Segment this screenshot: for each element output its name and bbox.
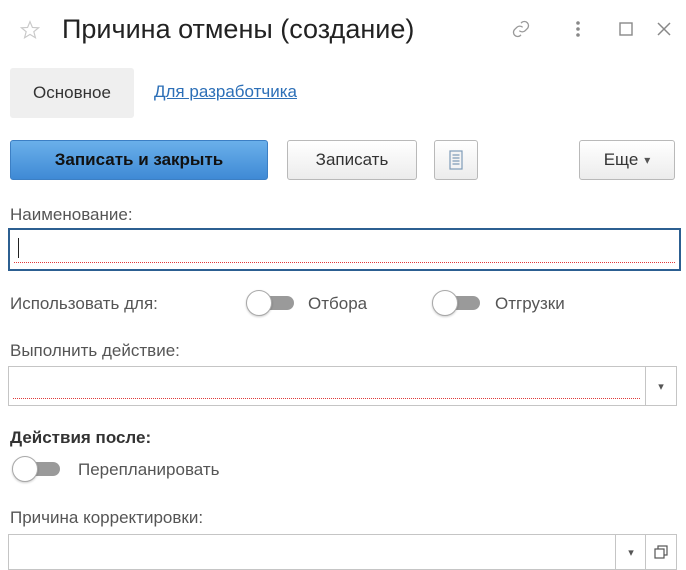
dropdown-button[interactable]: ▾	[645, 367, 676, 405]
chevron-down-icon: ▾	[644, 153, 651, 167]
close-icon[interactable]	[652, 17, 676, 41]
more-button[interactable]: Еще ▾	[579, 140, 675, 180]
toggle-reschedule[interactable]	[12, 456, 62, 482]
toggle-shipment-label: Отгрузки	[495, 294, 565, 313]
tab-main[interactable]: Основное	[10, 68, 134, 118]
text-cursor	[18, 238, 19, 258]
maximize-icon[interactable]	[614, 17, 638, 41]
toggle-shipment[interactable]	[432, 290, 482, 316]
save-button[interactable]: Записать	[287, 140, 417, 180]
name-label: Наименование:	[10, 205, 133, 224]
link-icon[interactable]	[509, 17, 533, 41]
more-label: Еще	[603, 150, 639, 169]
required-underline	[13, 398, 640, 399]
after-actions-heading: Действия после:	[10, 428, 152, 447]
use-for-label: Использовать для:	[10, 294, 158, 313]
star-icon[interactable]	[20, 20, 40, 40]
toggle-selection-label: Отбора	[308, 294, 368, 313]
toggle-knob	[246, 290, 272, 316]
open-form-button[interactable]	[645, 535, 676, 569]
document-icon	[449, 150, 463, 170]
toggle-selection[interactable]	[246, 290, 296, 316]
correction-reason-select[interactable]: ▾	[8, 534, 677, 570]
chevron-down-icon: ▾	[658, 380, 664, 393]
chevron-down-icon: ▾	[628, 546, 634, 559]
more-vertical-icon[interactable]	[566, 17, 590, 41]
tab-developer[interactable]: Для разработчика	[154, 82, 297, 102]
toggle-knob	[432, 290, 458, 316]
dropdown-button[interactable]: ▾	[615, 535, 646, 569]
toggle-reschedule-label: Перепланировать	[78, 460, 220, 479]
title-bar: Причина отмены (создание)	[0, 0, 686, 62]
save-and-close-button[interactable]: Записать и закрыть	[10, 140, 268, 180]
toggle-knob	[12, 456, 38, 482]
open-form-icon	[654, 545, 668, 559]
window-title: Причина отмены (создание)	[62, 14, 415, 44]
action-label: Выполнить действие:	[10, 341, 180, 360]
name-input[interactable]	[8, 228, 681, 271]
report-button[interactable]	[434, 140, 478, 180]
required-underline	[14, 262, 675, 263]
correction-reason-label: Причина корректировки:	[10, 508, 204, 527]
action-select[interactable]: ▾	[8, 366, 677, 406]
